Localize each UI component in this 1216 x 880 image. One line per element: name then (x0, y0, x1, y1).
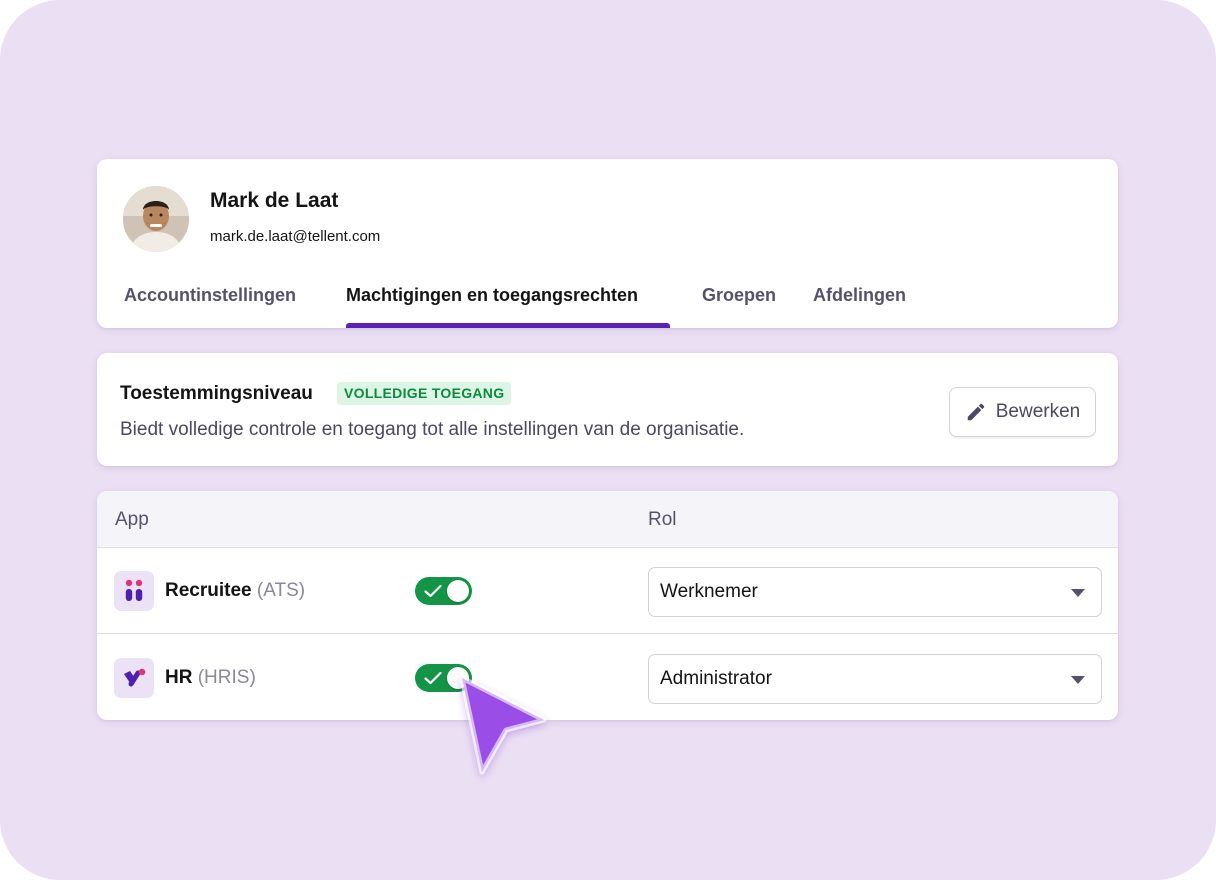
apps-table: App Rol Recruitee (ATS) Werknemer HR (HR… (97, 491, 1118, 720)
role-select-value: Werknemer (660, 581, 758, 602)
app-enabled-toggle[interactable] (415, 577, 472, 605)
check-icon (424, 671, 442, 685)
caret-down-icon (1071, 676, 1085, 684)
user-avatar (123, 186, 189, 252)
permission-level-card: Toestemmingsniveau VOLLEDIGE TOEGANG Bie… (97, 353, 1118, 466)
check-icon (424, 584, 442, 598)
app-abbreviation: (ATS) (256, 580, 306, 601)
user-email: mark.de.laat@tellent.com (210, 228, 381, 245)
table-row: HR (HRIS) Administrator (97, 635, 1118, 720)
app-name: Recruitee (ATS) (165, 580, 305, 602)
active-tab-indicator (346, 323, 670, 328)
tab-account-settings[interactable]: Accountinstellingen (124, 285, 296, 306)
tab-departments[interactable]: Afdelingen (813, 285, 906, 306)
toggle-knob (447, 667, 469, 689)
profile-card: Mark de Laat mark.de.laat@tellent.com Ac… (97, 159, 1118, 328)
permission-level-description: Biedt volledige controle en toegang tot … (120, 419, 745, 440)
page-background: Mark de Laat mark.de.laat@tellent.com Ac… (0, 0, 1216, 880)
table-header: App Rol (97, 491, 1118, 548)
toggle-knob (447, 580, 469, 602)
tab-groups[interactable]: Groepen (702, 285, 776, 306)
role-select-value: Administrator (660, 668, 772, 689)
access-level-badge: VOLLEDIGE TOEGANG (337, 382, 512, 405)
recruitee-logo-icon (114, 571, 154, 611)
column-header-role: Rol (648, 509, 677, 530)
app-name: HR (HRIS) (165, 667, 256, 689)
app-name-label: Recruitee (165, 580, 252, 601)
permission-level-title: Toestemmingsniveau (120, 383, 313, 404)
app-abbreviation: (HRIS) (197, 667, 256, 688)
hr-logo-icon (114, 658, 154, 698)
role-select[interactable]: Werknemer (648, 567, 1102, 617)
edit-button[interactable]: Bewerken (949, 387, 1096, 437)
column-header-app: App (115, 509, 149, 530)
pencil-icon (967, 403, 985, 421)
avatar-photo-icon (123, 186, 189, 252)
user-name: Mark de Laat (210, 189, 339, 212)
table-row: Recruitee (ATS) Werknemer (97, 548, 1118, 634)
app-enabled-toggle[interactable] (415, 664, 472, 692)
tab-bar: Accountinstellingen Machtigingen en toeg… (97, 279, 1118, 328)
edit-button-label: Bewerken (995, 401, 1081, 422)
app-name-label: HR (165, 667, 193, 688)
role-select[interactable]: Administrator (648, 654, 1102, 704)
caret-down-icon (1071, 589, 1085, 597)
tab-permissions[interactable]: Machtigingen en toegangsrechten (346, 285, 638, 306)
